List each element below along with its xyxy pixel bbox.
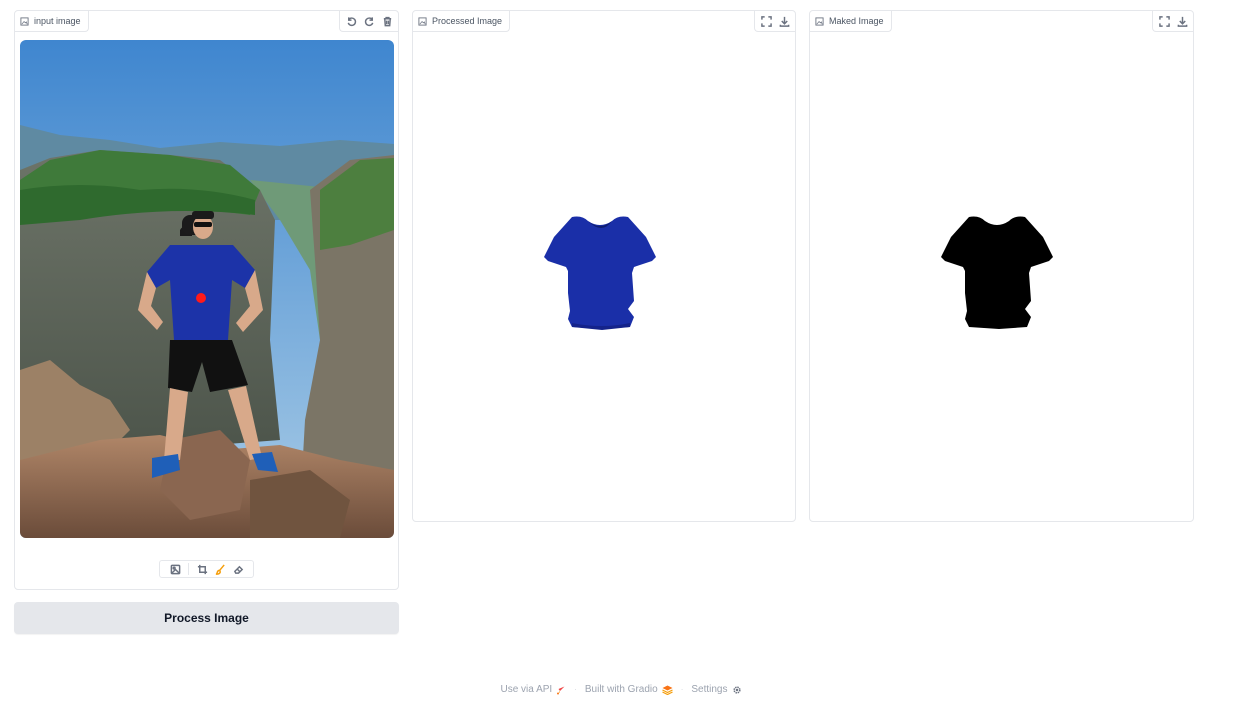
settings-link[interactable]: Settings [691,684,741,695]
download-icon[interactable] [1173,12,1191,30]
processed-shirt-image[interactable] [542,213,658,331]
footer: Use via API · Built with Gradio · Settin… [0,684,1242,695]
image-edit-toolbar [159,560,254,578]
use-via-api-link[interactable]: Use via API [501,684,567,695]
processed-image-toolbar [754,11,795,32]
processed-image-panel: Processed Image [412,10,796,522]
rocket-icon [557,686,565,694]
input-image-toolbar [339,11,398,32]
brush-icon[interactable] [211,560,229,578]
download-icon[interactable] [775,12,793,30]
processed-image-label-text: Processed Image [432,16,503,26]
processed-image-label: Processed Image [413,11,511,32]
selected-point-marker [196,293,206,303]
image-icon [815,16,824,26]
masked-shirt-image[interactable] [939,213,1055,331]
gear-icon [732,685,741,694]
settings-label: Settings [691,684,728,695]
masked-image-label-text: Maked Image [829,16,884,26]
input-image-label: input image [15,11,89,32]
input-image-panel: input image [14,10,399,590]
redo-icon[interactable] [360,12,378,30]
undo-icon[interactable] [342,12,360,30]
trash-icon[interactable] [378,12,396,30]
eraser-icon[interactable] [229,560,247,578]
footer-separator: · [680,685,684,694]
image-icon [418,16,427,26]
toolbar-divider [188,563,189,575]
input-photo[interactable] [20,40,394,538]
masked-image-label: Maked Image [810,11,892,32]
fullscreen-icon[interactable] [757,12,775,30]
masked-image-toolbar [1152,11,1193,32]
fullscreen-icon[interactable] [1155,12,1173,30]
input-image-label-text: input image [34,16,81,26]
gradio-logo-icon [661,685,673,695]
built-with-gradio-label: Built with Gradio [584,684,658,695]
footer-separator: · [574,685,577,694]
process-image-button[interactable]: Process Image [14,602,399,634]
image-icon[interactable] [166,560,184,578]
use-via-api-label: Use via API [500,684,553,695]
crop-icon[interactable] [193,560,211,578]
image-icon [20,16,29,26]
masked-image-panel: Maked Image [809,10,1194,522]
built-with-gradio-link[interactable]: Built with Gradio [585,684,673,695]
